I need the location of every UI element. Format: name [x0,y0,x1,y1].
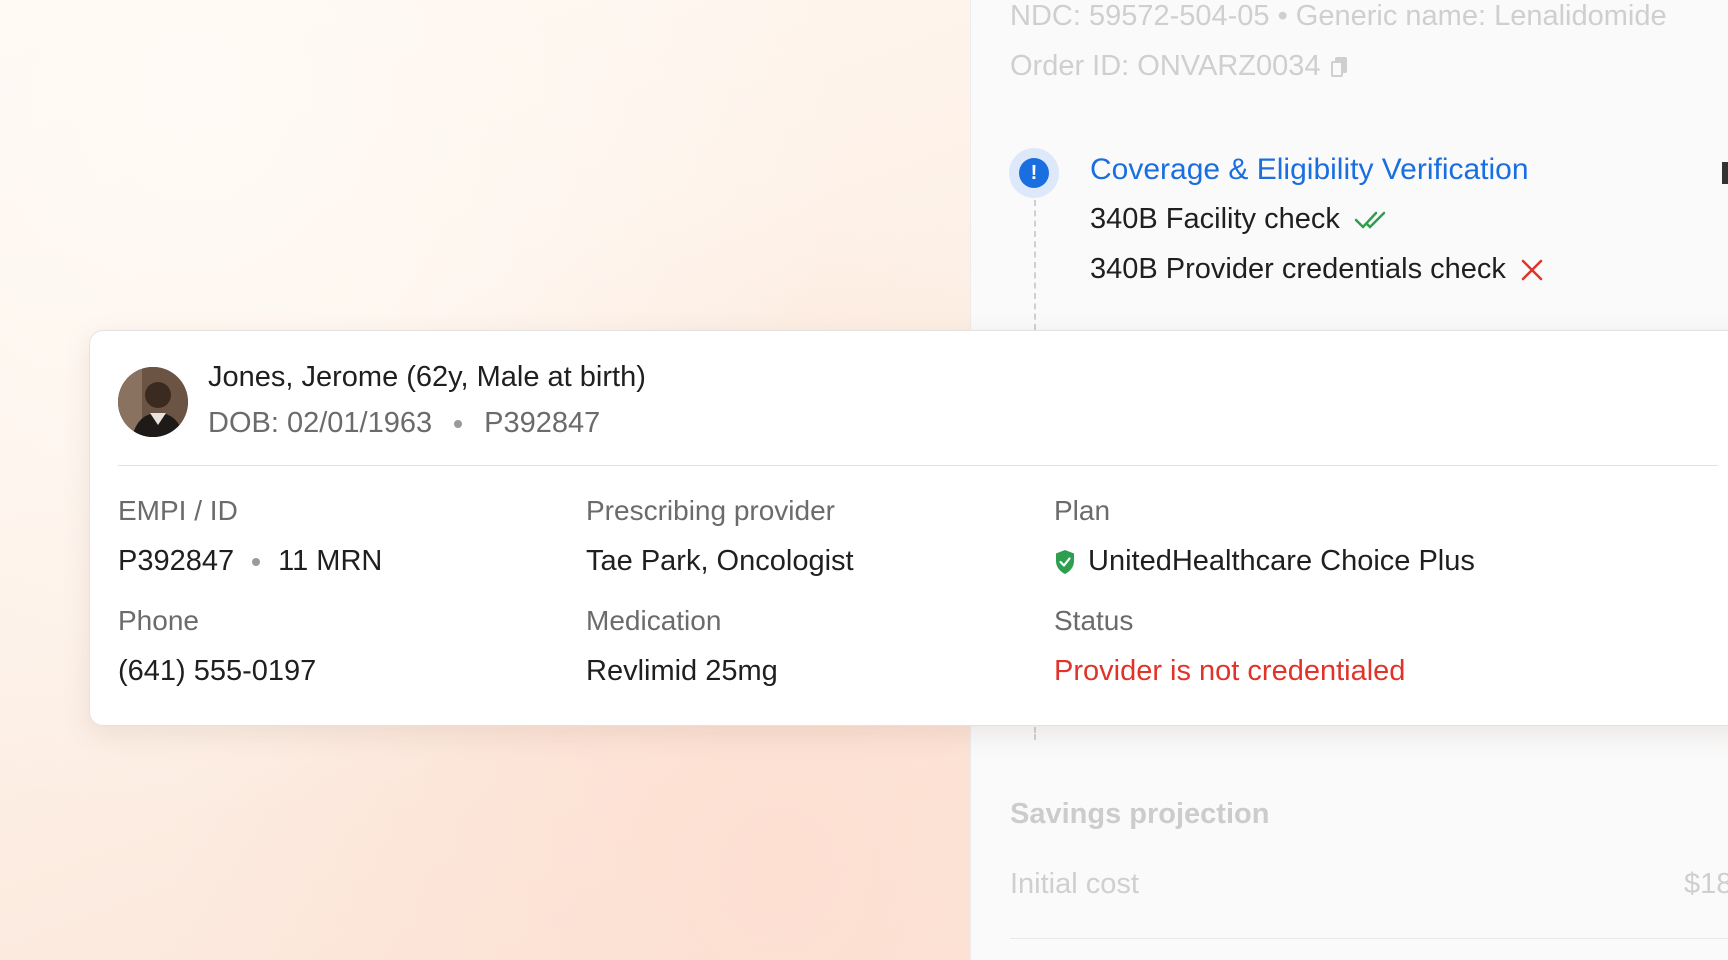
plan-value-row: UnitedHealthcare Choice Plus [1054,545,1475,578]
ndc-generic-line: NDC: 59572-504-05 • Generic name: Lenali… [1010,0,1667,32]
medication-field: Medication Revlimid 25mg [586,605,778,688]
plan-value: UnitedHealthcare Choice Plus [1088,545,1475,577]
facility-check-label: 340B Facility check [1090,203,1340,235]
empi-field: EMPI / ID P392847 11 MRN [118,495,382,578]
savings-projection-title: Savings projection [1010,798,1270,830]
status-field: Status Provider is not credentialed [1054,605,1405,688]
phone-value[interactable]: (641) 555-0197 [118,655,316,688]
card-divider [118,465,1718,466]
provider-credentials-check-row: 340B Provider credentials check [1090,253,1544,286]
medication-value: Revlimid 25mg [586,655,778,687]
phone-label: Phone [118,605,199,636]
avatar [118,367,188,437]
patient-id: P392847 [484,407,601,439]
plan-field: Plan UnitedHealthcare Choice Plus [1054,495,1475,578]
copy-icon[interactable] [1330,56,1347,77]
separator-dot [252,557,261,566]
initial-cost-value: $18 [1684,868,1728,900]
separator-dot [454,419,463,428]
shield-check-icon [1054,549,1076,575]
close-x-icon [1520,258,1544,282]
double-check-icon [1354,210,1390,230]
order-id-row: Order ID: ONVARZ0034 [1010,50,1347,83]
provider-credentials-check-label: 340B Provider credentials check [1090,253,1506,285]
phone-field: Phone (641) 555-0197 [118,605,316,688]
facility-check-row: 340B Facility check [1090,203,1390,236]
plan-label: Plan [1054,495,1111,526]
alert-status-badge: ! [1009,148,1059,198]
empi-label: EMPI / ID [118,495,238,526]
panel-edge-control [1722,162,1728,184]
mrn-count: 11 MRN [278,545,383,577]
divider [1010,938,1728,939]
empi-id: P392847 [118,545,235,577]
empi-value: P392847 11 MRN [118,545,382,578]
status-label: Status [1054,605,1134,636]
order-id-text: Order ID: ONVARZ0034 [1010,50,1321,82]
coverage-verification-title[interactable]: Coverage & Eligibility Verification [1090,153,1529,187]
patient-subinfo: DOB: 02/01/1963 P392847 [208,407,600,440]
prescribing-provider-label: Prescribing provider [586,495,835,526]
initial-cost-label: Initial cost [1010,868,1139,900]
status-value: Provider is not credentialed [1054,655,1406,687]
prescribing-provider-field: Prescribing provider Tae Park, Oncologis… [586,495,854,578]
exclamation-icon: ! [1019,158,1049,188]
patient-name: Jones, Jerome (62y, Male at birth) [208,361,646,393]
medication-label: Medication [586,605,722,636]
timeline-connector [1034,200,1036,330]
patient-summary-card: Jones, Jerome (62y, Male at birth) DOB: … [89,330,1728,726]
prescribing-provider-value: Tae Park, Oncologist [586,545,854,577]
patient-dob: DOB: 02/01/1963 [208,407,433,439]
